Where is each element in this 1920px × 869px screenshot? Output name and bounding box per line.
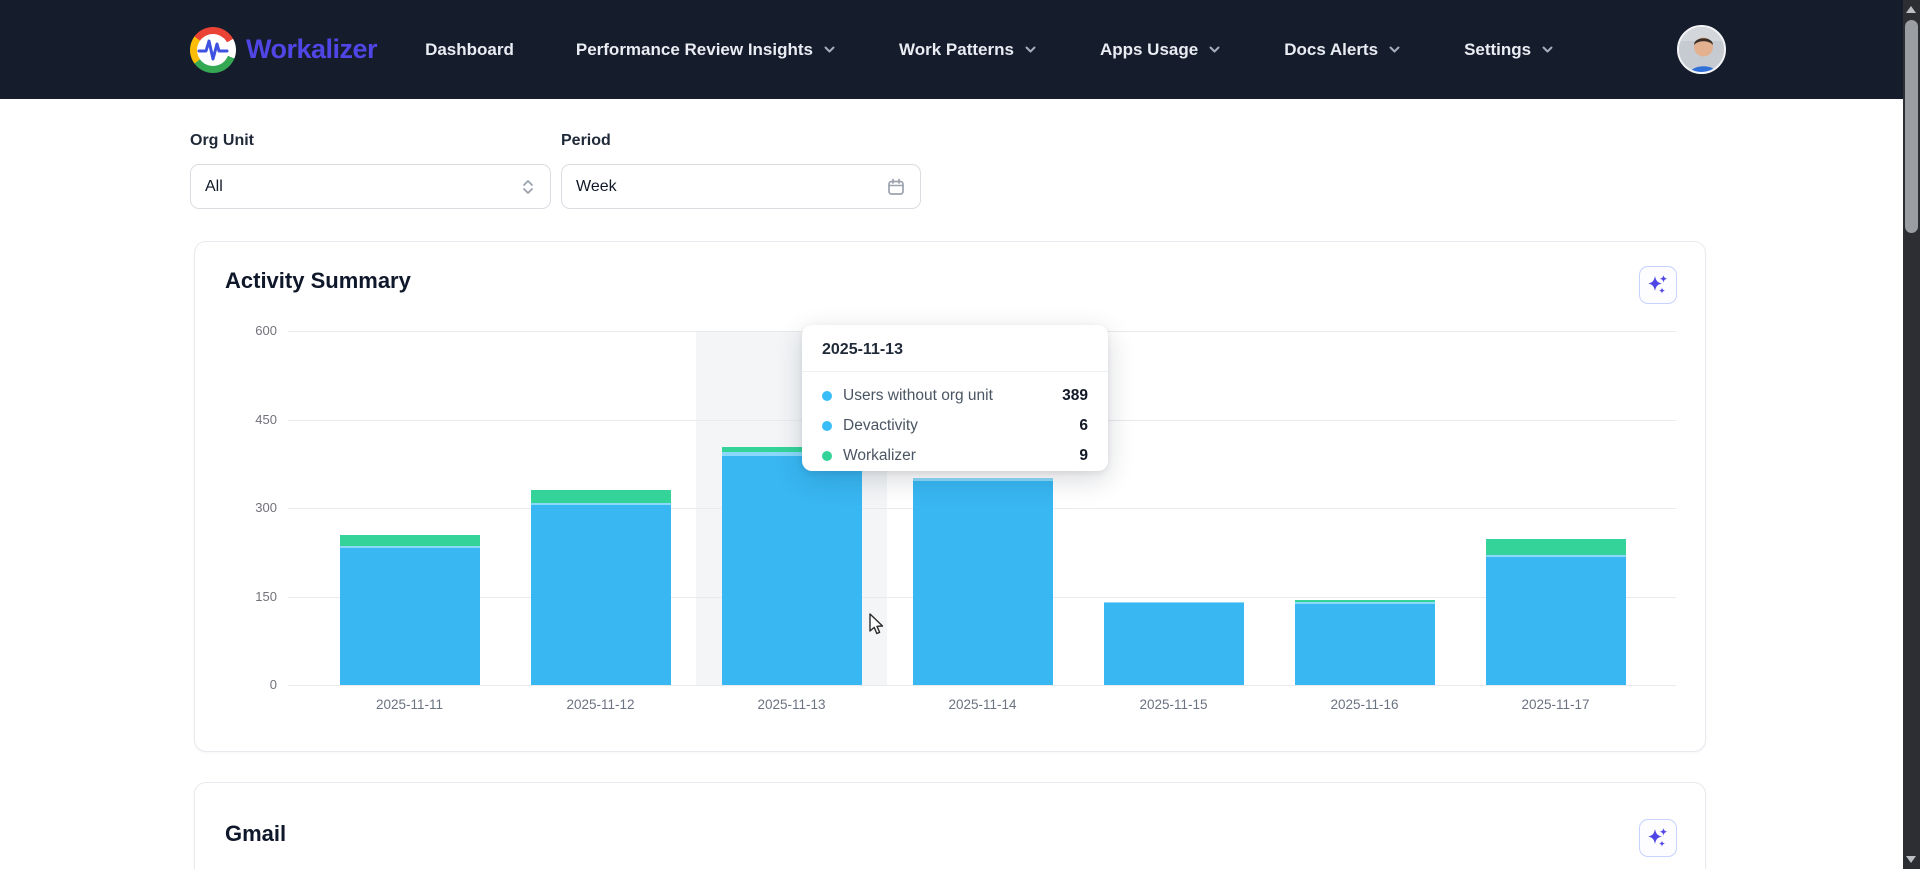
bar-segment[interactable]: [722, 456, 862, 686]
y-axis-tick: 450: [222, 412, 277, 427]
org-unit-label: Org Unit: [190, 132, 551, 150]
tooltip-series-value: 9: [1079, 447, 1088, 465]
x-axis-label: 2025-11-12: [505, 697, 696, 712]
tooltip-row: Workalizer 9: [822, 441, 1088, 471]
bar-segment[interactable]: [1104, 602, 1244, 603]
gridline: [288, 685, 1676, 686]
bar-segment[interactable]: [1295, 604, 1435, 685]
org-unit-value: All: [205, 178, 223, 196]
nav-item-apps-usage[interactable]: Apps Usage: [1100, 40, 1222, 60]
filter-bar: Org Unit All Period Week: [190, 132, 921, 209]
scrollbar-up-arrow[interactable]: [1906, 6, 1916, 13]
bar-segment[interactable]: [531, 490, 671, 503]
activity-summary-card: Activity Summary 0 150 300 450 600 2025-11-11…: [194, 241, 1706, 752]
y-axis-tick: 150: [222, 589, 277, 604]
main-nav: Dashboard Performance Review Insights Wo…: [425, 40, 1555, 60]
tooltip-series-label: Workalizer: [843, 447, 1068, 465]
y-axis-tick: 0: [222, 677, 277, 692]
period-value: Week: [576, 178, 617, 196]
series-dot-icon: [822, 421, 832, 431]
period-input[interactable]: Week: [561, 164, 921, 209]
bar-segment[interactable]: [1104, 603, 1244, 685]
bar-segment[interactable]: [913, 478, 1053, 481]
tooltip-row: Devactivity 6: [822, 411, 1088, 441]
nav-item-work-patterns[interactable]: Work Patterns: [899, 40, 1038, 60]
y-axis-tick: 300: [222, 500, 277, 515]
nav-item-label: Work Patterns: [899, 40, 1014, 60]
mouse-cursor: [866, 612, 888, 636]
x-axis-label: 2025-11-13: [696, 697, 887, 712]
chevron-down-icon: [1387, 42, 1402, 57]
gmail-card: Gmail: [194, 782, 1706, 869]
brand-name: Workalizer: [246, 34, 377, 65]
vertical-scrollbar: [1903, 0, 1920, 869]
series-dot-icon: [822, 451, 832, 461]
scrollbar-thumb[interactable]: [1905, 20, 1918, 233]
workalizer-logo-icon: [190, 27, 236, 73]
x-axis-label: 2025-11-16: [1269, 697, 1460, 712]
nav-item-label: Dashboard: [425, 40, 514, 60]
bar-segment[interactable]: [340, 548, 480, 685]
sparkles-icon: [1646, 826, 1670, 850]
user-avatar[interactable]: [1677, 25, 1726, 74]
brand[interactable]: Workalizer: [190, 27, 377, 73]
chevron-down-icon: [1540, 42, 1555, 57]
tooltip-series-value: 6: [1079, 417, 1088, 435]
nav-item-label: Apps Usage: [1100, 40, 1198, 60]
period-label: Period: [561, 132, 921, 150]
sparkles-icon: [1646, 273, 1670, 297]
bar-segment[interactable]: [1486, 557, 1626, 685]
chevron-down-icon: [822, 42, 837, 57]
page: Workalizer Dashboard Performance Review …: [0, 0, 1920, 869]
tooltip-row: Users without org unit 389: [822, 381, 1088, 411]
bar-segment[interactable]: [1486, 555, 1626, 557]
ai-insights-button[interactable]: [1639, 819, 1677, 857]
bar-segment[interactable]: [1486, 539, 1626, 554]
tooltip-date: 2025-11-13: [802, 325, 1108, 371]
nav-item-label: Performance Review Insights: [576, 40, 813, 60]
tooltip-series-value: 389: [1062, 387, 1088, 405]
bar-segment[interactable]: [913, 481, 1053, 685]
chart-tooltip: 2025-11-13 Users without org unit 389 De…: [802, 325, 1108, 471]
x-axis-label: 2025-11-15: [1078, 697, 1269, 712]
chevron-down-icon: [1207, 42, 1222, 57]
calendar-icon: [886, 177, 906, 197]
bar-segment[interactable]: [1295, 602, 1435, 603]
tooltip-rows: Users without org unit 389 Devactivity 6…: [802, 372, 1108, 471]
tooltip-series-label: Users without org unit: [843, 387, 1051, 405]
navbar: Workalizer Dashboard Performance Review …: [0, 0, 1920, 99]
nav-item-settings[interactable]: Settings: [1464, 40, 1555, 60]
nav-item-label: Settings: [1464, 40, 1531, 60]
org-unit-select[interactable]: All: [190, 164, 551, 209]
chevron-down-icon: [1023, 42, 1038, 57]
x-axis-label: 2025-11-14: [887, 697, 1078, 712]
bar-segment[interactable]: [340, 535, 480, 546]
nav-item-label: Docs Alerts: [1284, 40, 1378, 60]
scrollbar-down-arrow[interactable]: [1906, 856, 1916, 863]
bar-segment[interactable]: [531, 503, 671, 505]
activity-summary-title: Activity Summary: [225, 268, 411, 294]
nav-item-performance-review-insights[interactable]: Performance Review Insights: [576, 40, 837, 60]
y-axis-tick: 600: [222, 323, 277, 338]
nav-item-dashboard[interactable]: Dashboard: [425, 40, 514, 60]
bar-segment[interactable]: [340, 546, 480, 548]
tooltip-series-label: Devactivity: [843, 417, 1068, 435]
ai-insights-button[interactable]: [1639, 266, 1677, 304]
nav-item-docs-alerts[interactable]: Docs Alerts: [1284, 40, 1402, 60]
select-chevrons-icon: [520, 177, 536, 197]
org-unit-filter: Org Unit All: [190, 132, 551, 209]
bar-segment[interactable]: [531, 505, 671, 685]
gmail-title: Gmail: [225, 821, 286, 847]
x-axis-label: 2025-11-11: [314, 697, 505, 712]
x-axis-label: 2025-11-17: [1460, 697, 1651, 712]
bar-segment[interactable]: [1295, 600, 1435, 602]
period-filter: Period Week: [561, 132, 921, 209]
series-dot-icon: [822, 391, 832, 401]
